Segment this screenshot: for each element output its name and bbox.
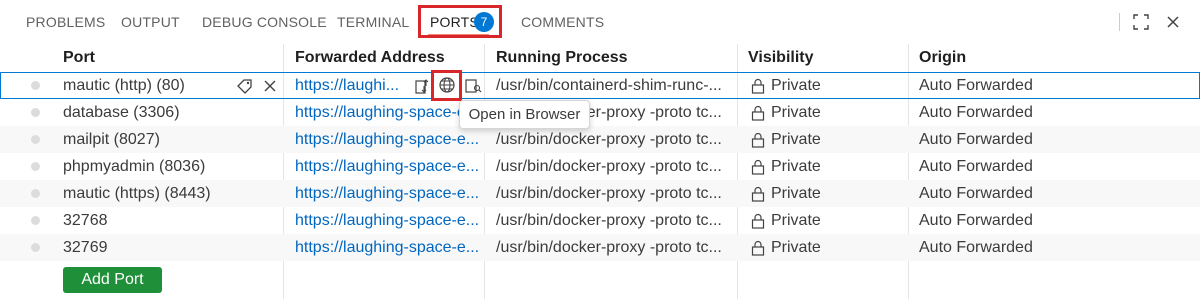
port-label: 32769 [63,239,108,256]
toolbar-divider [1119,13,1120,31]
open-in-browser-tooltip: Open in Browser [459,100,590,129]
origin-value: Auto Forwarded [919,104,1033,121]
tab-problems[interactable]: PROBLEMS [26,0,105,44]
open-in-browser-highlight [431,70,462,101]
port-label: database (3306) [63,104,180,121]
table-row[interactable]: mautic (https) (8443) https://laughing-s… [0,180,1200,207]
panel-tab-bar: PROBLEMS OUTPUT DEBUG CONSOLE TERMINAL P… [0,0,1200,44]
close-icon[interactable] [1163,12,1183,32]
header-forwarded-address[interactable]: Forwarded Address [295,44,445,72]
maximize-icon[interactable] [1131,12,1151,32]
header-origin[interactable]: Origin [919,44,966,72]
lock-icon [751,240,765,256]
ports-tab-highlight [418,5,502,38]
forwarded-address-link[interactable]: https://laughing-space-e... [295,126,481,153]
port-label: phpmyadmin (8036) [63,158,206,175]
preview-in-editor-icon[interactable] [464,77,482,95]
visibility-value[interactable]: Private [771,126,821,153]
header-port[interactable]: Port [63,44,95,72]
table-row[interactable]: phpmyadmin (8036) https://laughing-space… [0,153,1200,180]
port-label: mautic (https) (8443) [63,185,211,202]
lock-icon [751,105,765,121]
table-row[interactable]: database (3306) https://laughing-space-e… [0,99,1200,126]
header-visibility[interactable]: Visibility [748,44,814,72]
table-row[interactable]: mautic (http) (80) https://laughi... /us… [0,72,1200,99]
port-status-dot [31,189,40,198]
origin-value: Auto Forwarded [919,158,1033,175]
origin-value: Auto Forwarded [919,131,1033,148]
running-process: /usr/bin/docker-proxy -proto tc... [496,212,722,229]
port-status-dot [31,108,40,117]
table-row[interactable]: 32769 https://laughing-space-e... /usr/b… [0,234,1200,261]
lock-icon [751,78,765,94]
forwarded-address-link[interactable]: https://laughing-space-e... [295,153,481,180]
tab-comments[interactable]: COMMENTS [521,0,604,44]
forwarded-address-link[interactable]: https://laughing-space-e... [295,99,481,126]
visibility-value[interactable]: Private [771,153,821,180]
running-process: /usr/bin/containerd-shim-runc-... [496,77,722,94]
forwarded-address-link[interactable]: https://laughing-space-e... [295,207,481,234]
visibility-value[interactable]: Private [771,72,821,99]
tab-debug-console[interactable]: DEBUG CONSOLE [202,0,327,44]
running-process: /usr/bin/docker-proxy -proto tc... [496,185,722,202]
add-port-button[interactable]: Add Port [63,267,162,293]
port-status-dot [31,216,40,225]
tab-output[interactable]: OUTPUT [121,0,180,44]
origin-value: Auto Forwarded [919,212,1033,229]
running-process: /usr/bin/docker-proxy -proto tc... [496,158,722,175]
forwarded-address-link[interactable]: https://laughing-space-e... [295,180,481,207]
table-row[interactable]: mailpit (8027) https://laughing-space-e.… [0,126,1200,153]
tab-terminal[interactable]: TERMINAL [337,0,409,44]
origin-value: Auto Forwarded [919,77,1033,94]
port-status-dot [31,135,40,144]
port-status-dot [31,81,40,90]
visibility-value[interactable]: Private [771,207,821,234]
header-running-process[interactable]: Running Process [496,44,628,72]
port-label: 32768 [63,212,108,229]
port-status-dot [31,162,40,171]
running-process: /usr/bin/docker-proxy -proto tc... [496,131,722,148]
forwarded-address-link[interactable]: https://laughi... [295,72,399,99]
table-row[interactable]: 32768 https://laughing-space-e... /usr/b… [0,207,1200,234]
origin-value: Auto Forwarded [919,239,1033,256]
lock-icon [751,186,765,202]
port-label: mailpit (8027) [63,131,160,148]
port-label: mautic (http) (80) [63,77,185,94]
lock-icon [751,132,765,148]
visibility-value[interactable]: Private [771,99,821,126]
copy-address-icon[interactable] [413,77,431,95]
stop-forwarding-icon[interactable] [261,77,279,95]
lock-icon [751,159,765,175]
lock-icon [751,213,765,229]
visibility-value[interactable]: Private [771,180,821,207]
running-process: /usr/bin/docker-proxy -proto tc... [496,239,722,256]
port-status-dot [31,243,40,252]
visibility-value[interactable]: Private [771,234,821,261]
tag-icon[interactable] [236,77,254,95]
forwarded-address-link[interactable]: https://laughing-space-e... [295,234,481,261]
origin-value: Auto Forwarded [919,185,1033,202]
